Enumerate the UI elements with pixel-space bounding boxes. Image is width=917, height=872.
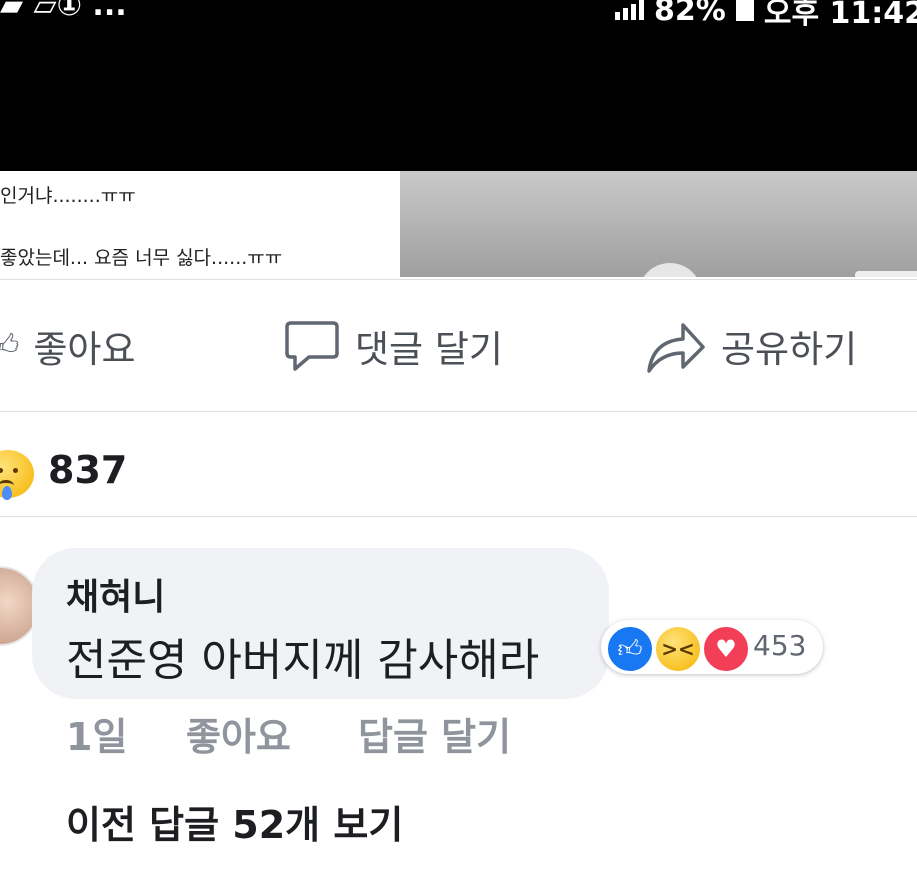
sad-reaction-icon [0, 450, 34, 500]
like-button[interactable]: 👍︎ 좋아요 [0, 316, 135, 376]
comment-text: 전준영 아버지께 감사해라 [66, 635, 540, 686]
photo-shape [855, 271, 917, 277]
like-label: 좋아요 [33, 328, 136, 371]
comment-author[interactable]: 채혀니 [66, 568, 165, 620]
divider [0, 411, 917, 412]
share-button[interactable]: 공유하기 [645, 316, 857, 376]
speech-bubble-icon [285, 321, 339, 371]
comment-reply-button[interactable]: 답글 달기 [358, 706, 511, 761]
thumbs-up-icon: 👍︎ [0, 328, 20, 363]
share-arrow-icon [647, 323, 705, 373]
status-right-group: 82% 오후 11:42 [615, 0, 917, 32]
post-photo[interactable] [400, 171, 917, 277]
post-text-line: 인거냐........ㅠㅠ [0, 185, 136, 207]
comment-like-button[interactable]: 좋아요 [186, 706, 291, 761]
divider [0, 279, 917, 280]
divider [0, 516, 917, 517]
signal-icon [615, 0, 645, 20]
clock: 오후 11:42 [763, 0, 917, 31]
comment-reactions[interactable]: 👍︎ >< ♥ 453 [601, 620, 823, 674]
love-reaction-icon: ♥ [702, 625, 750, 673]
comment-button[interactable]: 댓글 달기 [283, 316, 503, 376]
status-left-icons: ▰ ▱① ... [0, 0, 127, 23]
photo-shape [638, 263, 702, 277]
comment-age: 1일 [66, 715, 128, 759]
share-label: 공유하기 [721, 328, 858, 371]
battery-icon [735, 0, 754, 21]
post-text-line: 좋았는데... 요즘 너무 싫다......ㅠㅠ [0, 247, 283, 269]
like-reaction-icon: 👍︎ [606, 625, 654, 673]
reaction-count[interactable]: 837 [48, 448, 127, 492]
post-text-image[interactable]: 인거냐........ㅠㅠ 좋았는데... 요즘 너무 싫다......ㅠㅠ [0, 171, 400, 277]
haha-reaction-icon: >< [654, 625, 702, 673]
battery-percent: 82% [654, 0, 726, 28]
view-previous-replies-link[interactable]: 이전 답글 52개 보기 [66, 794, 403, 849]
comment-reaction-count: 453 [753, 629, 807, 662]
status-bar: ▰ ▱① ... 82% 오후 11:42 [0, 0, 917, 171]
comment-label: 댓글 달기 [355, 328, 503, 371]
